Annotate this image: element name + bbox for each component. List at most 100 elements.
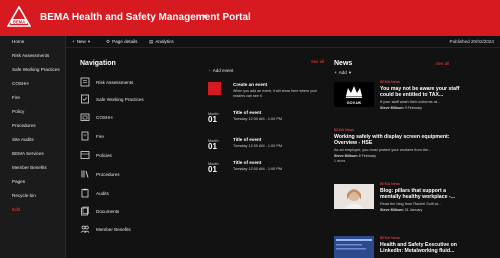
news-title[interactable]: Health and Safety Executive on LinkedIn:… bbox=[380, 242, 464, 255]
nav-tile-label: Audits bbox=[96, 191, 109, 196]
new-label: New bbox=[76, 39, 86, 44]
news-excerpt: Read the blog from Rachel Sulfi at... bbox=[380, 202, 441, 206]
sidebar-item-fire[interactable]: Fire bbox=[12, 95, 20, 100]
checklist-icon bbox=[81, 94, 89, 104]
analytics-label: Analytics bbox=[155, 39, 174, 44]
create-event-description: When you add an event, it will show here… bbox=[233, 89, 318, 98]
new-button[interactable]: + New ▾ bbox=[72, 39, 92, 45]
published-date: Published 20/02/2024 bbox=[449, 39, 494, 44]
document-icon bbox=[81, 131, 89, 141]
people-icon bbox=[80, 225, 90, 233]
library-icon bbox=[81, 170, 89, 178]
event-time: Tuesday 12:00 AM - 1:00 PM bbox=[233, 167, 283, 171]
news-author: Steve Milburn bbox=[334, 154, 358, 158]
news-meta: Steve Milburn 31 January bbox=[380, 208, 422, 212]
document-grid-icon bbox=[80, 77, 90, 87]
news-excerpt: If your staff wash their uniforms at... bbox=[380, 100, 441, 104]
linkedin-banner-icon bbox=[336, 239, 372, 250]
event-time: Tuesday 12:00 AM - 1:00 PM bbox=[233, 117, 283, 121]
news-thumbnail[interactable] bbox=[334, 184, 374, 209]
site-title[interactable]: BEMA Health and Safety Management Portal bbox=[40, 12, 251, 23]
sidebar-item-pages[interactable]: Pages bbox=[12, 179, 25, 184]
page-details-button[interactable]: ⚙ Page details bbox=[106, 39, 137, 45]
event-title[interactable]: Title of event bbox=[233, 160, 261, 165]
sidebar-item-risk-assessments[interactable]: Risk Assessments bbox=[12, 53, 49, 58]
news-tag: BEMA News bbox=[334, 128, 354, 132]
nav-tile-label: Fire bbox=[96, 134, 104, 139]
documents-icon bbox=[81, 206, 89, 216]
news-add-button[interactable]: + Add ▾ bbox=[334, 70, 351, 76]
policy-icon bbox=[80, 151, 90, 159]
nav-tile-procedures[interactable]: Procedures bbox=[80, 169, 190, 183]
nav-tile-risk-assessments[interactable]: Risk Assessments bbox=[80, 77, 190, 91]
sidebar-item-site-audits[interactable]: Site Audits bbox=[12, 137, 34, 142]
nav-tile-documents[interactable]: Documents bbox=[80, 206, 190, 220]
event-date: Month 01 bbox=[208, 112, 222, 124]
news-title[interactable]: Blog: pillars that support a mentally he… bbox=[380, 188, 464, 201]
news-title[interactable]: You may not be aware your staff could be… bbox=[380, 86, 464, 99]
news-see-all-link[interactable]: See all bbox=[436, 61, 449, 66]
logo-text: BEMA bbox=[13, 19, 25, 24]
site-header: BEMA BEMA Health and Safety Management P… bbox=[0, 0, 500, 36]
event-time: Tuesday 12:00 AM - 1:00 PM bbox=[233, 144, 283, 148]
news-thumb-caption: GOV.UK bbox=[347, 101, 362, 105]
nav-tile-policies[interactable]: Policies bbox=[80, 150, 190, 164]
sidebar-item-procedures[interactable]: Procedures bbox=[12, 123, 36, 128]
nav-tile-label: COSHH bbox=[96, 115, 113, 120]
nav-tile-coshh[interactable]: COSHH bbox=[80, 112, 190, 126]
event-title[interactable]: Title of event bbox=[233, 110, 261, 115]
plus-icon: + bbox=[208, 68, 211, 73]
event-date: Month 01 bbox=[208, 139, 222, 151]
nav-tile-member-benefits[interactable]: Member Benefits bbox=[80, 224, 190, 238]
nav-tile-label: Policies bbox=[96, 153, 112, 158]
events-see-all-link[interactable]: See all bbox=[311, 59, 324, 64]
event-day: 01 bbox=[208, 165, 217, 174]
sidebar-edit-link[interactable]: Edit bbox=[12, 207, 20, 212]
bema-logo[interactable]: BEMA bbox=[7, 6, 31, 28]
chevron-down-icon[interactable]: ▾ bbox=[202, 12, 206, 21]
news-excerpt: As an employer, you must protect your wo… bbox=[334, 148, 432, 152]
nav-tile-label: Member Benefits bbox=[96, 227, 131, 232]
navigation-heading: Navigation bbox=[80, 60, 116, 67]
nav-tile-label: Safe Working Practices bbox=[96, 97, 144, 102]
add-event-button[interactable]: + Add event bbox=[208, 68, 233, 73]
news-author: Steve Milburn bbox=[380, 106, 404, 110]
nav-tile-label: Procedures bbox=[96, 172, 120, 177]
analytics-button[interactable]: ▤ Analytics bbox=[149, 39, 174, 45]
create-event-title: Create an event bbox=[233, 82, 268, 87]
news-views: 1 views bbox=[334, 159, 346, 163]
sidebar-item-safe-working-practices[interactable]: Safe Working Practices bbox=[12, 67, 60, 72]
sidebar-item-bema-services[interactable]: BEMA Services bbox=[12, 151, 44, 156]
news-date: 9 February bbox=[404, 106, 422, 110]
person-photo-icon bbox=[344, 189, 364, 209]
event-date: Month 01 bbox=[208, 162, 222, 174]
event-title[interactable]: Title of event bbox=[233, 137, 261, 142]
sidebar-item-home[interactable]: Home bbox=[12, 39, 24, 44]
news-tag: BEMA News bbox=[380, 182, 400, 186]
folder-icon bbox=[80, 113, 90, 121]
sidebar-item-policy[interactable]: Policy bbox=[12, 109, 24, 114]
sidebar-item-coshh[interactable]: COSHH bbox=[12, 81, 29, 86]
gear-icon: ⚙ bbox=[106, 39, 111, 44]
nav-tile-fire[interactable]: Fire bbox=[80, 131, 190, 145]
news-thumbnail[interactable]: GOV.UK bbox=[334, 82, 374, 107]
nav-tile-audits[interactable]: Audits bbox=[80, 188, 190, 202]
crown-icon: GOV.UK bbox=[346, 86, 362, 105]
news-tag: BEMA News bbox=[380, 236, 400, 240]
news-thumbnail[interactable] bbox=[334, 236, 374, 258]
main-content: + New ▾ ⚙ Page details ▤ Analytics Published… bbox=[66, 36, 500, 258]
add-event-label: Add event bbox=[212, 68, 234, 73]
news-title[interactable]: Working safely with display screen equip… bbox=[334, 134, 454, 147]
analytics-icon: ▤ bbox=[149, 39, 154, 44]
nav-tile-safe-working-practices[interactable]: Safe Working Practices bbox=[80, 94, 190, 108]
sidebar-item-member-benefits[interactable]: Member Benefits bbox=[12, 165, 47, 170]
clipboard-icon bbox=[81, 188, 89, 198]
left-navigation: Home Risk Assessments Safe Working Pract… bbox=[0, 36, 66, 258]
sidebar-item-recycle-bin[interactable]: Recycle bin bbox=[12, 193, 36, 198]
news-date: 31 January bbox=[404, 208, 423, 212]
create-event-tile[interactable] bbox=[208, 82, 221, 95]
page-details-label: Page details bbox=[112, 39, 138, 44]
news-tag: BEMA News bbox=[380, 80, 400, 84]
plus-icon: + bbox=[334, 70, 337, 75]
chevron-down-icon: ▾ bbox=[87, 39, 91, 44]
